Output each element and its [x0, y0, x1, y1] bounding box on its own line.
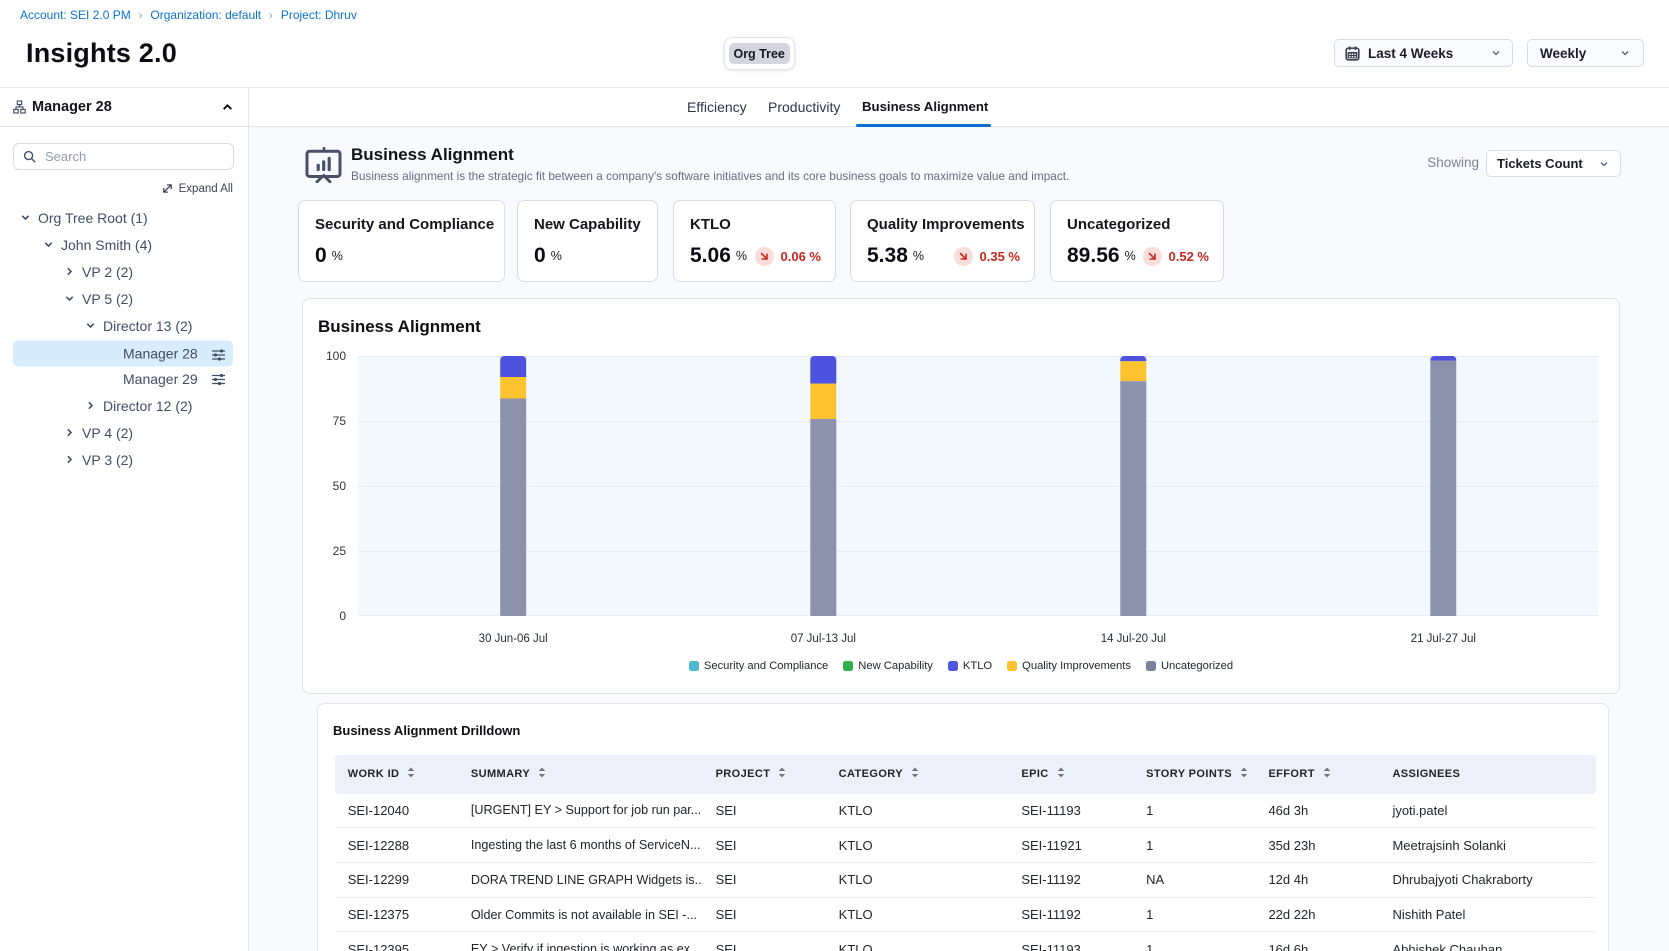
svg-text:75: 75: [333, 414, 347, 428]
svg-text:30 Jun-06 Jul: 30 Jun-06 Jul: [479, 633, 548, 645]
svg-text:21 Jul-27 Jul: 21 Jul-27 Jul: [1411, 633, 1476, 645]
svg-text:50: 50: [333, 479, 347, 493]
svg-text:14 Jul-20 Jul: 14 Jul-20 Jul: [1101, 633, 1166, 645]
svg-text:0: 0: [339, 609, 346, 623]
svg-text:100: 100: [326, 349, 346, 363]
svg-text:25: 25: [333, 544, 347, 558]
svg-text:07 Jul-13 Jul: 07 Jul-13 Jul: [791, 633, 856, 645]
